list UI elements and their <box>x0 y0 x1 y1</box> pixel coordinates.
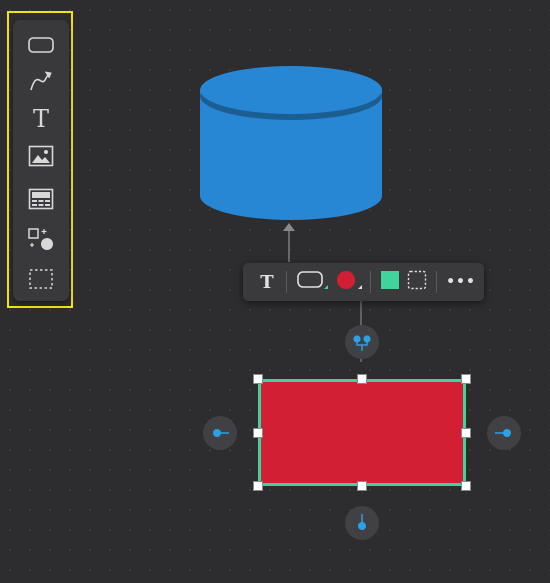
more-options-button[interactable]: ••• <box>445 268 477 296</box>
cylinder-shape[interactable] <box>196 60 386 225</box>
shape-style-button[interactable] <box>295 268 329 296</box>
resize-handle-bottom-right[interactable] <box>461 481 471 491</box>
color-swatch-icon <box>334 268 364 296</box>
connection-handle-right[interactable] <box>487 416 521 450</box>
connection-handle-bottom[interactable] <box>345 506 379 540</box>
toolbar-divider <box>370 271 371 293</box>
branch-connector-icon <box>353 335 371 351</box>
stroke-color-button[interactable] <box>334 268 364 296</box>
resize-handle-top-right[interactable] <box>461 374 471 384</box>
connector-dot-icon <box>213 429 229 437</box>
resize-handle-right[interactable] <box>461 428 471 438</box>
connection-handle-top[interactable] <box>345 325 379 359</box>
rounded-rectangle-icon <box>295 268 329 296</box>
fill-color-button[interactable] <box>379 268 401 296</box>
context-toolbar: T ••• <box>243 263 484 301</box>
connector-dot-icon <box>358 514 366 530</box>
text-icon: T <box>260 271 274 293</box>
resize-handle-top-left[interactable] <box>253 374 263 384</box>
toolbar-divider <box>436 271 437 293</box>
fill-swatch-icon <box>379 269 401 295</box>
connection-handle-left[interactable] <box>203 416 237 450</box>
connector-dot-icon <box>495 429 511 437</box>
dashed-border-icon <box>406 269 428 295</box>
resize-handle-left[interactable] <box>253 428 263 438</box>
selected-rectangle-shape[interactable] <box>258 379 466 486</box>
more-dots-icon: ••• <box>446 274 476 290</box>
resize-handle-top[interactable] <box>357 374 367 384</box>
border-style-button[interactable] <box>405 268 429 296</box>
resize-handle-bottom[interactable] <box>357 481 367 491</box>
resize-handle-bottom-left[interactable] <box>253 481 263 491</box>
toolbar-divider <box>286 271 287 293</box>
text-format-button[interactable]: T <box>255 268 279 296</box>
